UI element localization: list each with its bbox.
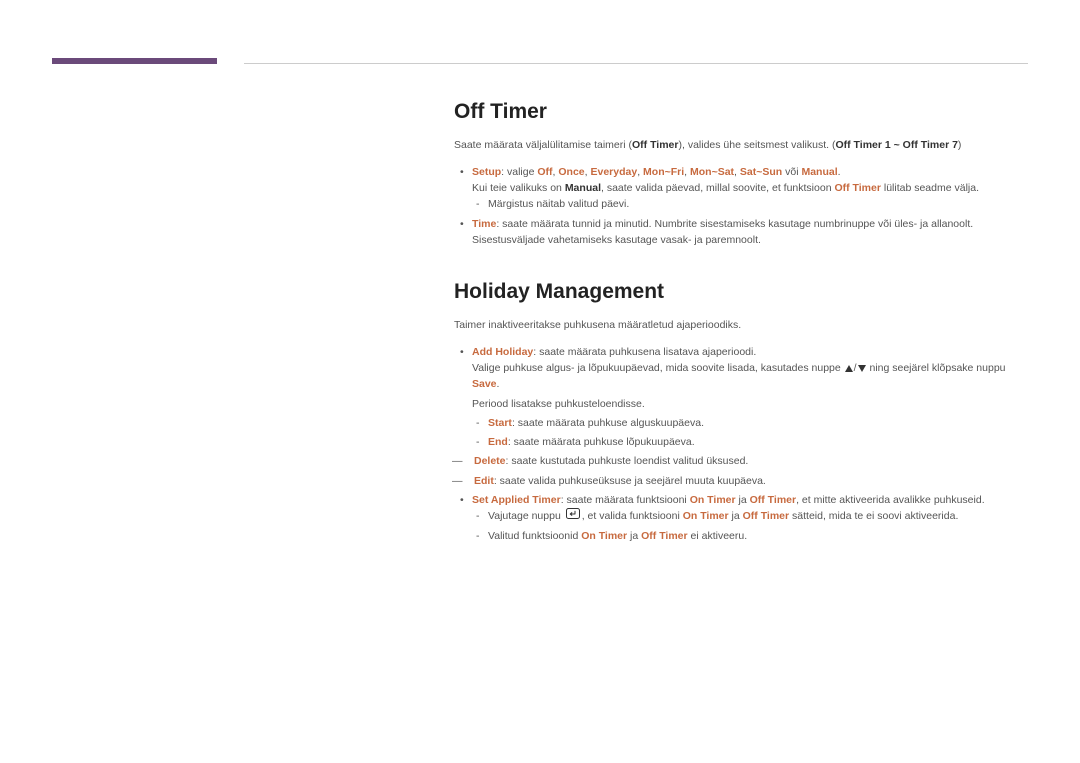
header-divider (244, 63, 1028, 64)
setup-sub-note: Märgistus näitab valitud päevi. (488, 196, 1028, 212)
off-timer-intro: Saate määrata väljalülitamise taimeri (O… (454, 138, 1028, 154)
enter-icon (566, 508, 580, 524)
arrow-down-icon (858, 365, 866, 372)
page-content: Off Timer Saate määrata väljalülitamise … (454, 100, 1028, 547)
time-item: Time: saate määrata tunnid ja minutid. N… (472, 216, 1028, 249)
set-applied-item: Set Applied Timer: saate määrata funktsi… (472, 492, 1028, 544)
add-holiday-item: Add Holiday: saate määrata puhkusena lis… (472, 344, 1028, 451)
setup-item: Setup: valige Off, Once, Everyday, Mon~F… (472, 164, 1028, 213)
set-applied-sub2: Valitud funktsioonid On Timer ja Off Tim… (488, 528, 1028, 544)
holiday-intro: Taimer inaktiveeritakse puhkusena määrat… (454, 318, 1028, 334)
set-applied-list: Set Applied Timer: saate määrata funktsi… (454, 492, 1028, 544)
off-timer-heading: Off Timer (454, 100, 1028, 124)
off-timer-list: Setup: valige Off, Once, Everyday, Mon~F… (454, 164, 1028, 248)
end-item: End: saate määrata puhkuse lõpukuupäeva. (488, 434, 1028, 450)
holiday-list: Add Holiday: saate määrata puhkusena lis… (454, 344, 1028, 451)
accent-bar (52, 58, 217, 64)
start-item: Start: saate määrata puhkuse alguskuupäe… (488, 415, 1028, 431)
set-applied-sub1: Vajutage nuppu , et valida funktsiooni O… (488, 508, 1028, 524)
arrow-up-icon (845, 365, 853, 372)
delete-item: Delete: saate kustutada puhkuste loendis… (466, 453, 1028, 469)
edit-item: Edit: saate valida puhkuseüksuse ja seej… (466, 473, 1028, 489)
holiday-dash-list: Delete: saate kustutada puhkuste loendis… (454, 453, 1028, 489)
holiday-heading: Holiday Management (454, 280, 1028, 304)
